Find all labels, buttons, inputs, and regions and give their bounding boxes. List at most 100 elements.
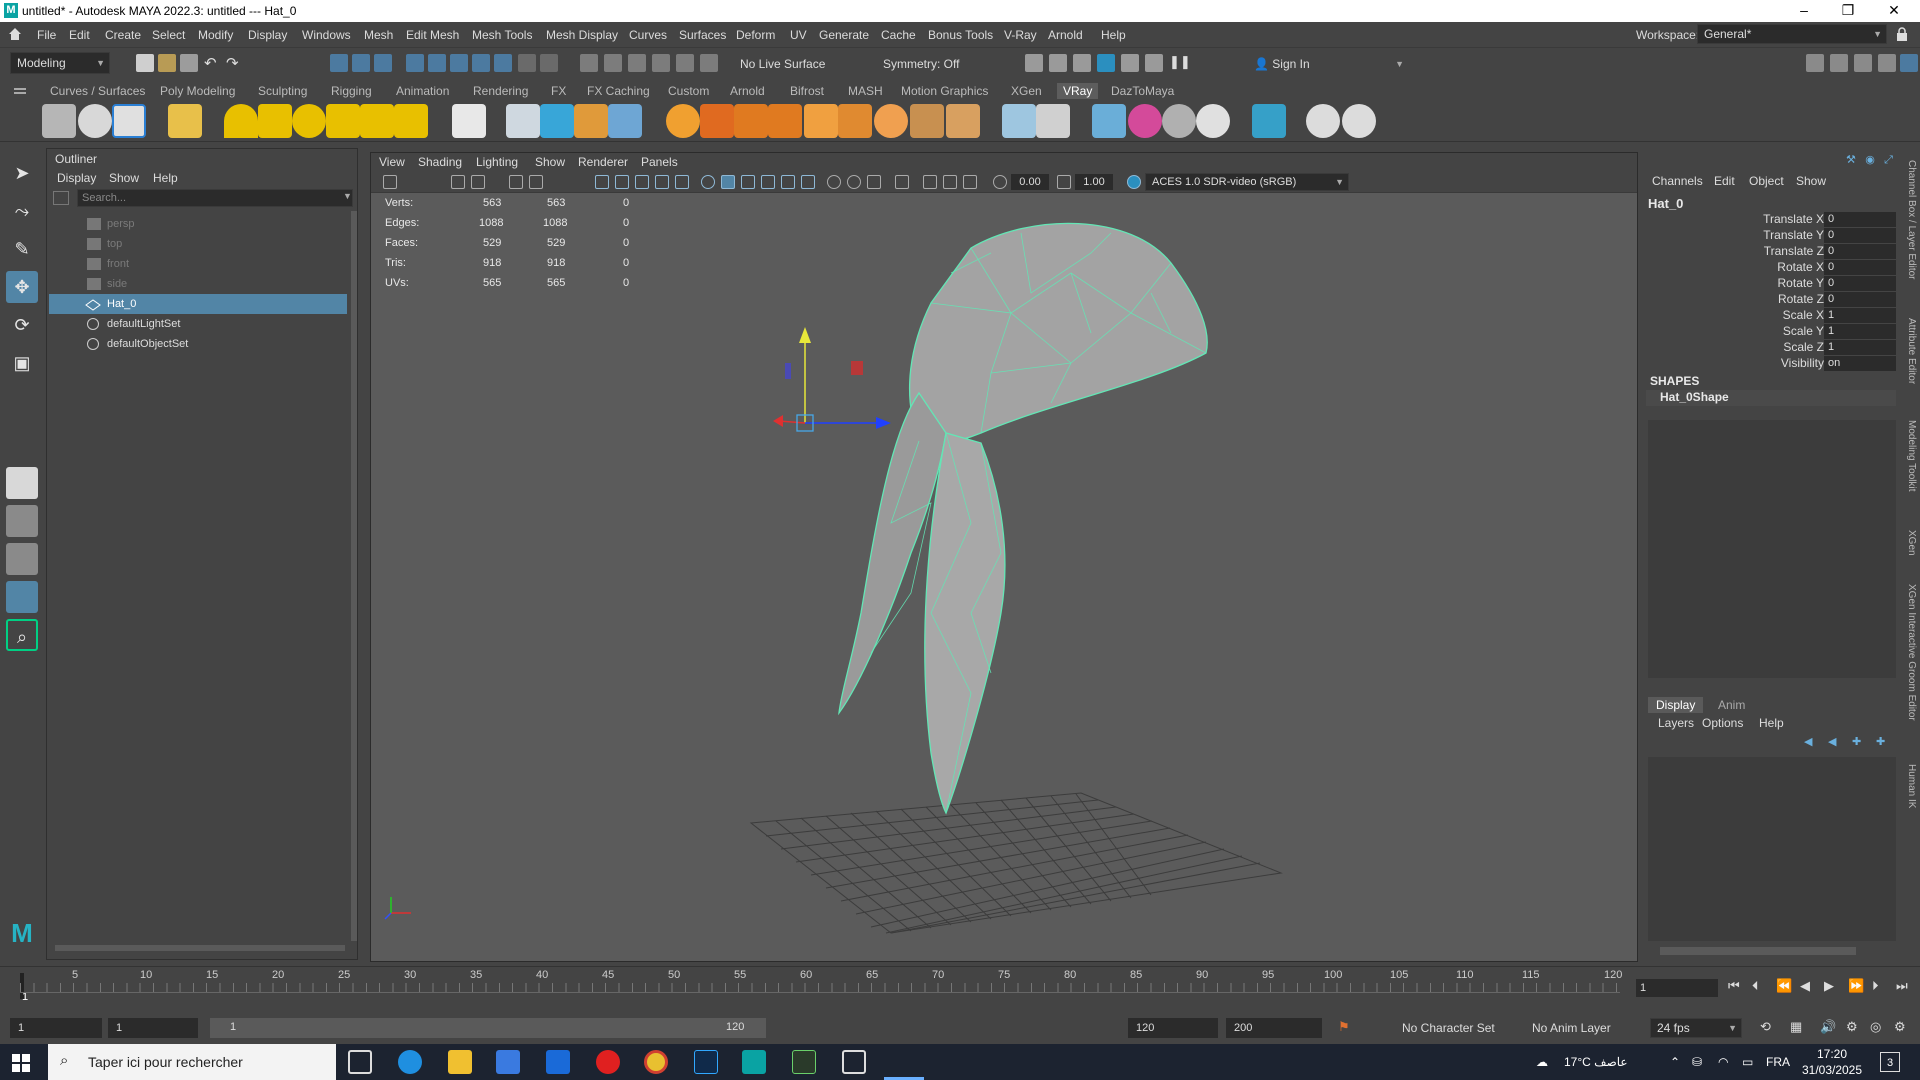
shelf-tab-daztomaya[interactable]: DazToMaya [1111, 84, 1174, 98]
lock-icon[interactable] [1896, 27, 1908, 41]
workspace-dropdown[interactable]: General* ▼ [1697, 24, 1887, 44]
vray-rect-light-icon[interactable] [258, 104, 292, 138]
new-scene-icon[interactable] [136, 54, 154, 72]
menu-edit[interactable]: Edit [69, 28, 90, 42]
outliner-item-side[interactable]: side [49, 274, 347, 294]
render-settings-icon[interactable] [1073, 54, 1091, 72]
outliner-item-front[interactable]: front [49, 254, 347, 274]
move-manipulator[interactable] [773, 327, 891, 432]
side-tab-channel-box[interactable]: Channel Box / Layer Editor [1906, 160, 1917, 300]
go-to-start-icon[interactable]: ⏮ [1728, 978, 1740, 994]
minimize-button[interactable]: – [1784, 0, 1824, 22]
play-backward-icon[interactable]: ◀ [1800, 978, 1810, 994]
side-tab-attribute-editor[interactable]: Attribute Editor [1906, 318, 1917, 408]
shelf-tab-rendering[interactable]: Rendering [473, 84, 528, 98]
outliner-menu-help[interactable]: Help [153, 171, 178, 185]
channels-menu[interactable]: Channels [1652, 174, 1703, 188]
side-tab-xgen[interactable]: XGen [1906, 530, 1917, 570]
vray-settings-icon[interactable] [946, 104, 980, 138]
playback-end-field[interactable]: 120 [1128, 1018, 1218, 1038]
viewport-panel[interactable]: View Shading Lighting Show Renderer Pane… [370, 152, 1638, 962]
loop-icon[interactable]: ⟲ [1760, 1019, 1771, 1035]
shelf-tab-mash[interactable]: MASH [848, 84, 883, 98]
grid-toggle-icon[interactable] [595, 175, 609, 189]
shelf-tab-custom[interactable]: Custom [668, 84, 709, 98]
menu-surfaces[interactable]: Surfaces [679, 28, 726, 42]
channel-value[interactable]: 0 [1824, 260, 1896, 275]
weather-icon[interactable]: ☁ [1536, 1055, 1548, 1069]
menu-windows[interactable]: Windows [302, 28, 351, 42]
viewport-menu-renderer[interactable]: Renderer [578, 155, 628, 169]
layer-horizontal-scrollbar[interactable] [1660, 947, 1856, 955]
shelf-tab-animation[interactable]: Animation [396, 84, 449, 98]
language-indicator[interactable]: FRA [1766, 1055, 1790, 1069]
channel-box-icon[interactable] [1878, 54, 1896, 72]
channel-tools-icon[interactable]: ⚒ [1846, 154, 1856, 166]
pause-icon[interactable]: ❚❚ [1169, 54, 1191, 72]
shelf-tab-fx-caching[interactable]: FX Caching [587, 84, 650, 98]
menu-edit-mesh[interactable]: Edit Mesh [406, 28, 459, 42]
channel-value[interactable]: 1 [1824, 324, 1896, 339]
xray-icon[interactable] [923, 175, 937, 189]
vray-enmesh-icon[interactable] [1036, 104, 1070, 138]
viewport-menu-show[interactable]: Show [535, 155, 565, 169]
image-plane-icon[interactable] [509, 175, 523, 189]
shelf-tab-poly-modeling[interactable]: Poly Modeling [160, 84, 235, 98]
input-ops-icon[interactable] [604, 54, 622, 72]
vray-plane-icon[interactable] [452, 104, 486, 138]
outliner-menu-show[interactable]: Show [109, 171, 139, 185]
layer-move-up-icon[interactable]: ◀ [1804, 735, 1812, 748]
channel-value[interactable]: on [1824, 356, 1896, 371]
menu-uv[interactable]: UV [790, 28, 807, 42]
shelf-tab-rigging[interactable]: Rigging [331, 84, 372, 98]
vray-proxy-icon[interactable] [506, 104, 540, 138]
store-icon[interactable] [496, 1050, 520, 1074]
home-icon[interactable] [8, 27, 22, 41]
exposure-icon[interactable] [993, 175, 1007, 189]
lasso-tool-icon[interactable]: ⤳ [6, 195, 38, 227]
chevron-down-icon[interactable]: ▼ [343, 191, 352, 201]
two-d-pan-icon[interactable] [529, 175, 543, 189]
shelf-tab-sculpting[interactable]: Sculpting [258, 84, 307, 98]
layers-options-menu[interactable]: Options [1702, 716, 1743, 730]
menu-cache[interactable]: Cache [881, 28, 916, 42]
clock[interactable]: 17:20 31/03/2025 [1800, 1046, 1864, 1078]
time-slider[interactable]: 1 5 10 15 20 25 30 35 40 45 50 55 60 65 … [0, 966, 1920, 1010]
output-ops-icon[interactable] [628, 54, 646, 72]
menu-generate[interactable]: Generate [819, 28, 869, 42]
menu-arnold[interactable]: Arnold [1048, 28, 1083, 42]
outlook-icon[interactable] [546, 1050, 570, 1074]
outliner-search-input[interactable]: Search... [77, 189, 353, 207]
rotate-tool-icon[interactable]: ⟳ [6, 309, 38, 341]
outliner-item-hat-0[interactable]: Hat_0 [49, 294, 347, 314]
range-slider[interactable]: 1 120 [210, 1018, 766, 1038]
shelf-menu-icon[interactable] [14, 88, 26, 94]
filter-icon[interactable] [53, 191, 69, 205]
snap-curve-icon[interactable] [428, 54, 446, 72]
network-icon[interactable]: ⛁ [1692, 1055, 1702, 1069]
channel-expand-icon[interactable]: ⤢ [1884, 154, 1893, 166]
outliner-item-default-object-set[interactable]: defaultObjectSet [49, 334, 347, 354]
shelf-tab-fx[interactable]: FX [551, 84, 566, 98]
shelf-tab-curves-surfaces[interactable]: Curves / Surfaces [50, 84, 145, 98]
menu-select[interactable]: Select [152, 28, 185, 42]
xray-active-icon[interactable] [943, 175, 957, 189]
viewport-menu-lighting[interactable]: Lighting [476, 155, 518, 169]
current-frame-field[interactable]: 1 [1636, 979, 1718, 997]
3d-viewer-icon[interactable] [842, 1050, 866, 1074]
channel-value[interactable]: 0 [1824, 244, 1896, 259]
bookmark-icon[interactable] [471, 175, 485, 189]
battery-icon[interactable]: ▭ [1742, 1055, 1753, 1069]
wifi-icon[interactable]: ◠ [1718, 1055, 1728, 1069]
select-mode-icon[interactable] [540, 54, 558, 72]
modeling-toolkit-icon[interactable] [1806, 54, 1824, 72]
layer-editor-icon[interactable] [1900, 54, 1918, 72]
outliner-vertical-scrollbar[interactable] [351, 211, 357, 941]
camera-icon[interactable] [451, 175, 465, 189]
two-view-icon[interactable] [6, 543, 38, 575]
select-tool-icon[interactable]: ➤ [6, 157, 38, 189]
new-layer-selected-icon[interactable]: ✚ [1876, 735, 1885, 748]
viewport-menu-shading[interactable]: Shading [418, 155, 462, 169]
opera-icon[interactable] [596, 1050, 620, 1074]
vray-object-props-icon[interactable] [734, 104, 768, 138]
